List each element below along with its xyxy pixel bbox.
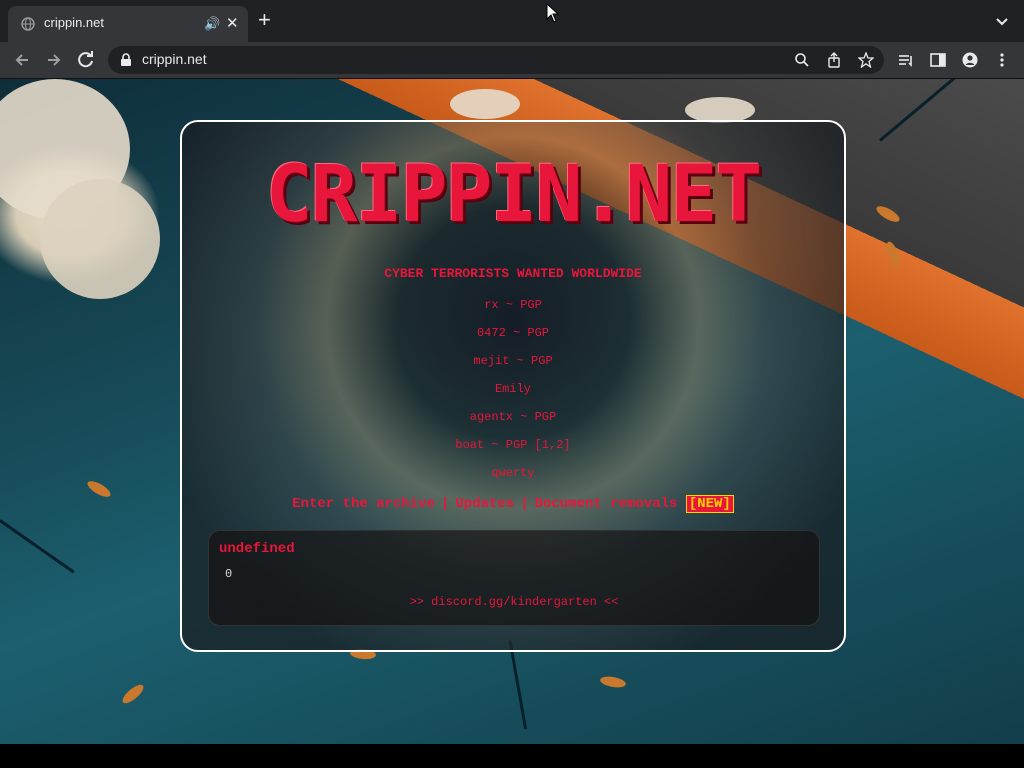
leaf-decoration bbox=[874, 203, 902, 225]
chat-box: undefined 0 >> discord.gg/kindergarten <… bbox=[208, 530, 820, 626]
tab-search-icon[interactable] bbox=[992, 12, 1012, 32]
member-link[interactable]: Emily bbox=[182, 382, 844, 396]
back-icon[interactable] bbox=[12, 50, 32, 70]
browser-toolbar: crippin.net bbox=[0, 42, 1024, 79]
stone-decoration bbox=[450, 89, 520, 119]
menu-icon[interactable] bbox=[994, 52, 1010, 68]
document-removals-link[interactable]: Document removals bbox=[535, 496, 678, 512]
archive-link[interactable]: Enter the archive bbox=[292, 496, 435, 512]
nav-separator: | bbox=[440, 496, 450, 512]
leaf-decoration bbox=[119, 681, 147, 707]
side-panel-icon[interactable] bbox=[930, 52, 946, 68]
address-bar[interactable]: crippin.net bbox=[108, 46, 884, 74]
crack-decoration bbox=[879, 79, 973, 142]
crack-decoration bbox=[0, 519, 75, 574]
member-link[interactable]: rx ~ PGP bbox=[182, 298, 844, 312]
url-text[interactable]: crippin.net bbox=[142, 51, 207, 67]
browser-tab[interactable]: crippin.net 🔊 ✕ bbox=[8, 6, 248, 42]
main-panel: CRIPPIN.NET CYBER TERRORISTS WANTED WORL… bbox=[180, 120, 846, 652]
globe-icon bbox=[21, 17, 35, 31]
discord-link[interactable]: >> discord.gg/kindergarten << bbox=[209, 595, 819, 609]
profile-icon[interactable] bbox=[962, 52, 978, 68]
member-link[interactable]: mejit ~ PGP bbox=[182, 354, 844, 368]
chat-value: 0 bbox=[225, 567, 233, 581]
lock-icon[interactable] bbox=[120, 53, 132, 67]
tab-strip: crippin.net 🔊 ✕ + bbox=[0, 0, 1024, 42]
site-nav: Enter the archive | Updates | Document remov… bbox=[182, 495, 844, 513]
audio-icon[interactable]: 🔊 bbox=[204, 16, 220, 32]
stone-decoration bbox=[40, 179, 160, 299]
new-tab-icon[interactable]: + bbox=[258, 9, 271, 31]
site-logo: CRIPPIN.NET bbox=[265, 150, 763, 240]
member-link[interactable]: boat ~ PGP [1,2] bbox=[182, 438, 844, 452]
forward-icon[interactable] bbox=[44, 50, 64, 70]
chat-title: undefined bbox=[219, 541, 295, 557]
new-badge: [NEW] bbox=[685, 495, 734, 513]
leaf-decoration bbox=[883, 240, 903, 268]
page-heading: CYBER TERRORISTS WANTED WORLDWIDE bbox=[384, 266, 642, 281]
tab-title: crippin.net bbox=[44, 15, 104, 30]
reload-icon[interactable] bbox=[76, 50, 96, 70]
nav-separator: | bbox=[520, 496, 529, 512]
zoom-icon[interactable] bbox=[794, 52, 810, 68]
member-link[interactable]: agentx ~ PGP bbox=[182, 410, 844, 424]
bookmark-star-icon[interactable] bbox=[858, 52, 874, 68]
leaf-decoration bbox=[599, 674, 627, 690]
updates-link[interactable]: Updates bbox=[455, 496, 514, 512]
member-link[interactable]: qwerty bbox=[182, 466, 844, 480]
close-icon[interactable]: ✕ bbox=[226, 14, 239, 32]
member-link[interactable]: 0472 ~ PGP bbox=[182, 326, 844, 340]
leaf-decoration bbox=[85, 478, 113, 500]
mouse-cursor-icon bbox=[546, 3, 560, 23]
reading-list-icon[interactable] bbox=[898, 52, 914, 68]
window-bottom-edge bbox=[0, 744, 1024, 768]
share-icon[interactable] bbox=[826, 52, 842, 68]
crack-decoration bbox=[508, 640, 528, 730]
